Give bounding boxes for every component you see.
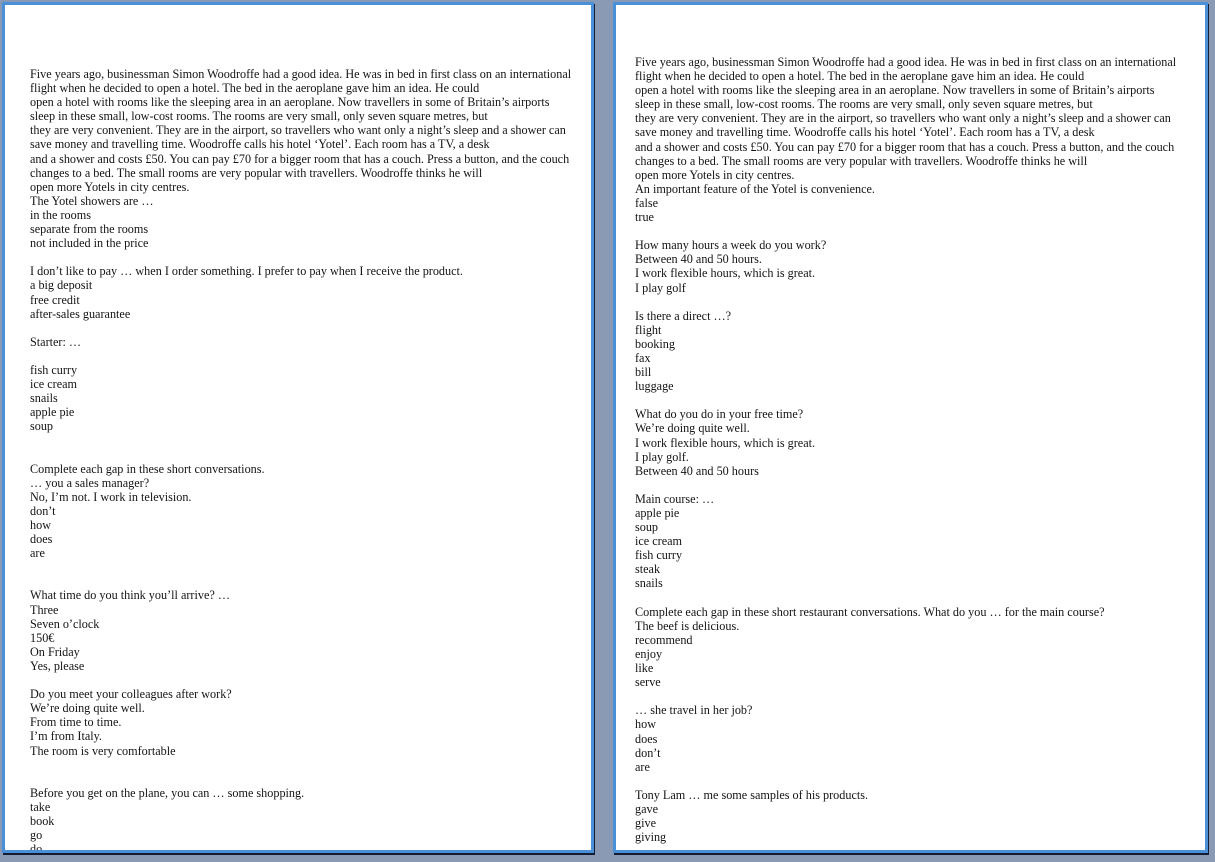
document-page-right[interactable]: Five years ago, businessman Simon Woodro… — [613, 2, 1208, 853]
page-left-text: Five years ago, businessman Simon Woodro… — [30, 67, 572, 853]
page-right-text: Five years ago, businessman Simon Woodro… — [635, 55, 1177, 845]
document-viewer: Five years ago, businessman Simon Woodro… — [0, 0, 1215, 862]
page-left-content-area: Five years ago, businessman Simon Woodro… — [5, 5, 591, 850]
document-page-left[interactable]: Five years ago, businessman Simon Woodro… — [2, 2, 594, 853]
page-right-content-area: Five years ago, businessman Simon Woodro… — [616, 5, 1205, 850]
